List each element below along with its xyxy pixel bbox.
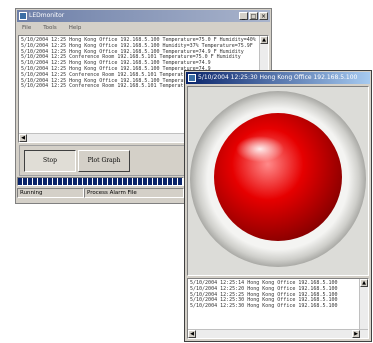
scroll-up-arrow-icon[interactable]: ▲ (360, 279, 368, 287)
close-button[interactable]: × (259, 12, 268, 20)
monitor-titlebar[interactable]: LEDmonitor _ □ × (17, 10, 270, 22)
led-log-vertical-scrollbar[interactable]: ▲ (359, 279, 368, 330)
led-bulb (214, 113, 342, 241)
led-title: 5/10/2004 12:25:30 Hong Kong Office 192.… (198, 74, 358, 81)
scroll-right-arrow-icon[interactable]: ▶ (352, 330, 360, 338)
led-panel (187, 86, 369, 276)
status-running: Running (17, 188, 84, 198)
led-log-lines: 5/10/2004 12:25:14 Hong Kong Office 192.… (188, 279, 368, 310)
led-highlight (236, 136, 284, 162)
menu-help[interactable]: Help (69, 24, 82, 33)
stop-button[interactable]: Stop (24, 150, 76, 172)
log-line: 5/10/2004 12:25:30 Hong Kong Office 192.… (190, 303, 338, 310)
led-indicator (190, 91, 366, 267)
led-window: 5/10/2004 12:25:30 Hong Kong Office 192.… (184, 70, 372, 342)
led-log-horizontal-scrollbar[interactable]: ◀ ▶ (188, 329, 368, 338)
scroll-up-arrow-icon[interactable]: ▲ (260, 36, 268, 44)
monitor-title: LEDmonitor (29, 12, 65, 19)
led-event-log[interactable]: 5/10/2004 12:25:14 Hong Kong Office 192.… (187, 278, 369, 339)
menu-tools[interactable]: Tools (43, 24, 57, 33)
maximize-button[interactable]: □ (249, 12, 258, 20)
window-controls: _ □ × (239, 12, 268, 20)
app-icon (188, 74, 196, 82)
menu-bar: File Tools Help (18, 24, 81, 33)
menu-file[interactable]: File (22, 24, 31, 33)
app-icon (19, 12, 27, 20)
progress-fill (18, 178, 183, 185)
minimize-button[interactable]: _ (239, 12, 248, 20)
status-bar: Running Process Alarm File (17, 188, 184, 198)
progress-bar (17, 177, 184, 186)
led-titlebar[interactable]: 5/10/2004 12:25:30 Hong Kong Office 192.… (186, 72, 370, 84)
plot-graph-button[interactable]: Plot Graph (78, 150, 130, 172)
scroll-left-arrow-icon[interactable]: ◀ (19, 134, 27, 142)
status-alarm-file: Process Alarm File (84, 188, 184, 198)
scroll-left-arrow-icon[interactable]: ◀ (188, 330, 196, 338)
